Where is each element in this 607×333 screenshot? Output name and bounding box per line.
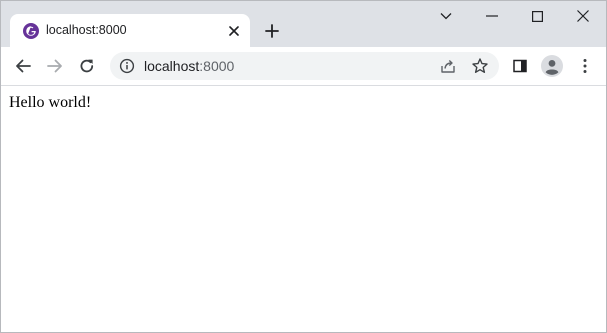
- back-arrow-icon[interactable]: [10, 53, 36, 79]
- gatsby-logo-icon: [22, 22, 40, 40]
- info-icon[interactable]: [119, 58, 135, 74]
- page-text: Hello world!: [9, 94, 92, 111]
- star-icon[interactable]: [471, 57, 489, 75]
- tab-title: localhost:8000: [46, 23, 127, 37]
- close-icon[interactable]: [571, 5, 595, 27]
- page-content: Hello world!: [1, 86, 606, 332]
- profile-avatar-icon[interactable]: [539, 53, 565, 79]
- url-text[interactable]: localhost:8000: [144, 58, 234, 74]
- forward-arrow-icon[interactable]: [42, 53, 68, 79]
- url-port: :8000: [199, 58, 235, 74]
- url-host: localhost: [144, 58, 200, 74]
- address-bar[interactable]: localhost:8000: [110, 52, 499, 80]
- tab-close-icon[interactable]: [226, 23, 242, 39]
- chevron-down-icon[interactable]: [434, 5, 458, 27]
- more-vert-icon[interactable]: [572, 53, 598, 79]
- browser-window: localhost:8000 localhost:8000 Hello worl…: [0, 0, 607, 333]
- reload-icon[interactable]: [74, 53, 100, 79]
- share-icon[interactable]: [439, 57, 457, 75]
- new-tab-plus-icon[interactable]: [261, 20, 283, 42]
- maximize-icon[interactable]: [525, 5, 549, 27]
- tab-strip: localhost:8000: [1, 1, 606, 48]
- side-panel-icon[interactable]: [507, 53, 533, 79]
- tab-localhost[interactable]: localhost:8000: [10, 14, 250, 48]
- minimize-icon[interactable]: [480, 5, 504, 27]
- browser-toolbar: localhost:8000: [1, 47, 606, 86]
